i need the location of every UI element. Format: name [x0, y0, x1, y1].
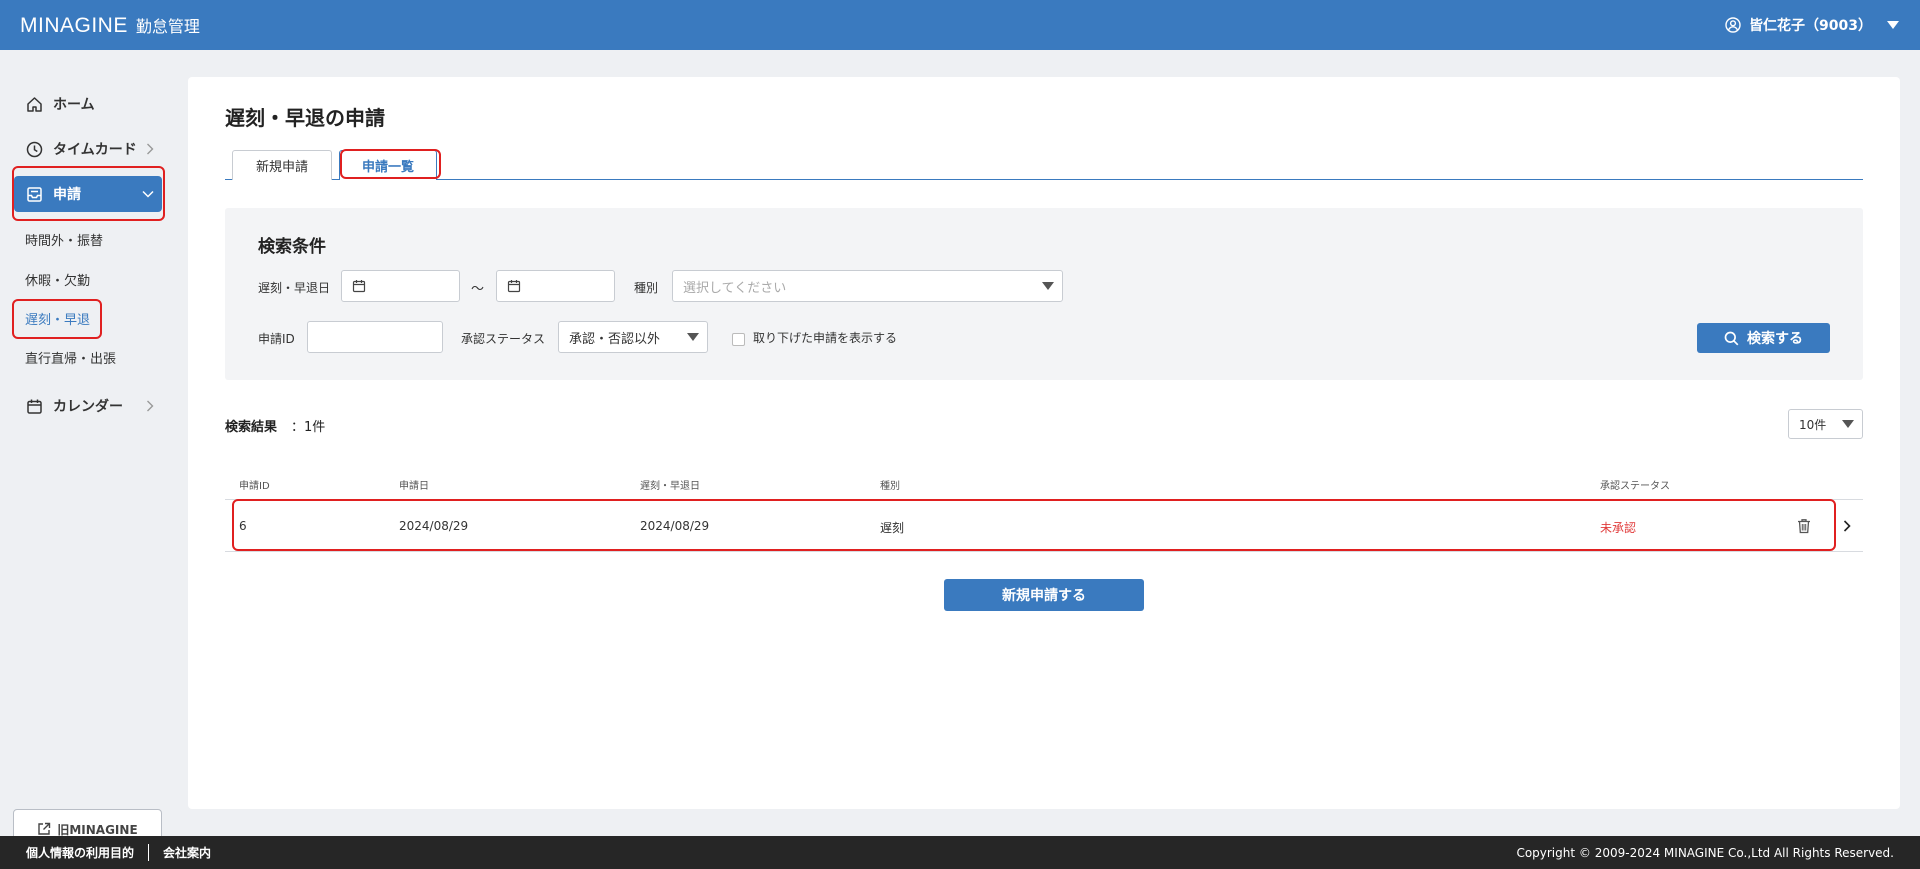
- caret-down-icon: [1842, 420, 1854, 428]
- home-icon: [27, 96, 42, 112]
- result-count: 検索結果 ：1件: [225, 416, 325, 435]
- range-tilde: ～: [471, 282, 485, 297]
- search-icon: [1724, 331, 1739, 345]
- company-link[interactable]: 会社案内: [163, 844, 211, 861]
- privacy-link[interactable]: 個人情報の利用目的: [26, 844, 134, 861]
- sidebar-item-calendar[interactable]: カレンダー: [14, 388, 162, 424]
- inbox-icon: [27, 186, 42, 202]
- status-label: 承認ステータス: [461, 332, 546, 346]
- search-button[interactable]: 検索する: [1697, 323, 1830, 353]
- sidebar-item-label: ホーム: [53, 97, 95, 113]
- old-minagine-label: 旧MINAGINE: [57, 822, 138, 837]
- copyright: Copyright © 2009-2024 MINAGINE Co.,Ltd A…: [1516, 845, 1894, 860]
- withdrawn-checkbox[interactable]: [732, 333, 745, 346]
- new-application-button[interactable]: 新規申請する: [944, 579, 1144, 611]
- clock-icon: [26, 141, 43, 157]
- table-row-divider: [225, 551, 1863, 552]
- chevron-right-icon: [147, 400, 154, 412]
- result-label: 検索結果: [225, 420, 278, 435]
- highlight-table-row: [232, 499, 1836, 551]
- user-icon: [1725, 17, 1741, 33]
- page-title: 遅刻・早退の申請: [225, 106, 385, 130]
- result-number: ：1件: [291, 420, 326, 435]
- footer-separator: [148, 844, 150, 861]
- chevron-down-icon: [142, 190, 154, 198]
- sidebar-item-home[interactable]: ホーム: [14, 86, 162, 122]
- search-button-label: 検索する: [1747, 331, 1803, 347]
- brand-logo: MINAGINE: [20, 13, 128, 37]
- calendar-icon: [27, 399, 42, 414]
- external-link-icon: [38, 822, 51, 835]
- caret-down-icon: [687, 333, 699, 341]
- cell-id: 6: [239, 519, 247, 533]
- type-placeholder: 選択してください: [683, 280, 787, 296]
- tab-bar: 新規申請 申請一覧: [225, 150, 1863, 180]
- column-header-status: 承認ステータス: [1600, 481, 1670, 492]
- sidebar-subitem-late-early[interactable]: 遅刻・早退: [25, 309, 90, 328]
- sidebar-subitem-direct-trip[interactable]: 直行直帰・出張: [25, 348, 116, 367]
- status-select-value: 承認・否認以外: [569, 331, 661, 347]
- tab-new-application[interactable]: 新規申請: [232, 150, 332, 180]
- footer: 個人情報の利用目的 会社案内 Copyright © 2009-2024 MIN…: [0, 836, 1920, 869]
- search-title: 検索条件: [258, 237, 326, 257]
- table-header-divider: [225, 499, 1863, 500]
- id-label: 申請ID: [258, 332, 295, 346]
- cell-applied-date: 2024/08/29: [399, 519, 469, 533]
- tab-application-list[interactable]: 申請一覧: [339, 150, 437, 180]
- brand[interactable]: MINAGINE 勤怠管理: [20, 13, 200, 38]
- sidebar-item-label: カレンダー: [53, 399, 123, 415]
- column-header-type: 種別: [880, 481, 900, 492]
- sidebar-subitem-overtime[interactable]: 時間外・振替: [25, 230, 103, 249]
- cell-type: 遅刻: [880, 521, 905, 535]
- app-header: MINAGINE 勤怠管理 皆仁花子（9003）: [0, 0, 1920, 50]
- calendar-icon: [507, 280, 521, 293]
- caret-down-icon: [1887, 21, 1899, 29]
- sidebar-item-label: タイムカード: [53, 142, 137, 158]
- footer-links: 個人情報の利用目的 会社案内: [26, 844, 211, 861]
- sidebar-subitem-leave[interactable]: 休暇・欠勤: [25, 270, 90, 289]
- per-page-value: 10件: [1799, 417, 1827, 432]
- application-id-input[interactable]: [307, 321, 443, 353]
- trash-icon[interactable]: [1797, 518, 1811, 534]
- column-header-applied-date: 申請日: [399, 481, 429, 492]
- date-from-input[interactable]: [341, 270, 460, 302]
- status-select[interactable]: 承認・否認以外: [558, 321, 708, 353]
- sidebar-item-label: 申請: [53, 187, 81, 203]
- type-label: 種別: [634, 281, 659, 295]
- caret-down-icon: [1042, 282, 1054, 290]
- app-name: 勤怠管理: [135, 16, 200, 36]
- withdrawn-label: 取り下げた申請を表示する: [753, 331, 898, 345]
- search-panel: 検索条件 遅刻・早退日 ～ 種別 選択してください 申請ID 承認ステータス 承…: [225, 208, 1863, 380]
- sidebar-item-timecard[interactable]: タイムカード: [14, 131, 162, 167]
- per-page-select[interactable]: 10件: [1788, 409, 1863, 439]
- type-select[interactable]: 選択してください: [672, 270, 1063, 302]
- sidebar: ホーム タイムカード 申請 時間外・振替 休暇・欠勤 遅刻・早退 直行直帰・出張…: [0, 50, 175, 849]
- chevron-right-icon[interactable]: [1843, 520, 1851, 532]
- chevron-right-icon: [147, 143, 154, 155]
- date-to-input[interactable]: [496, 270, 615, 302]
- user-name: 皆仁花子（9003）: [1749, 18, 1872, 34]
- column-header-target-date: 遅刻・早退日: [640, 481, 700, 492]
- cell-status: 未承認: [1600, 521, 1637, 535]
- cell-target-date: 2024/08/29: [640, 519, 710, 533]
- calendar-icon: [352, 280, 366, 293]
- user-menu[interactable]: 皆仁花子（9003）: [1725, 15, 1900, 35]
- sidebar-item-application[interactable]: 申請: [14, 176, 162, 212]
- date-label: 遅刻・早退日: [258, 281, 331, 295]
- main-card: 遅刻・早退の申請 新規申請 申請一覧 検索条件 遅刻・早退日 ～ 種別 選択して…: [188, 77, 1900, 809]
- new-application-label: 新規申請する: [1002, 588, 1086, 604]
- column-header-id: 申請ID: [239, 481, 270, 492]
